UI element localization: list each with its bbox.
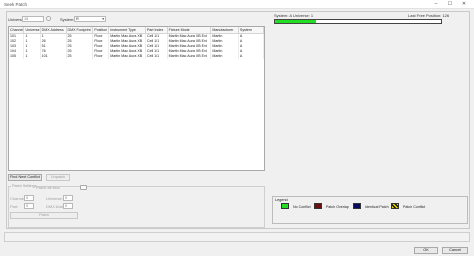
- window-title: Seek Patch: [4, 2, 28, 7]
- universe-filter-input[interactable]: 15: [22, 16, 44, 22]
- system-filter-select[interactable]: R ▾: [74, 16, 106, 22]
- universe-spin-icon[interactable]: [46, 16, 51, 21]
- maximize-button[interactable]: ☐: [446, 1, 454, 7]
- patch-universe-input[interactable]: 0: [63, 195, 73, 201]
- patch-overlap-swatch: [314, 203, 322, 209]
- cell-fixture-mode: Martin Mac Aura XB Ext: [167, 43, 212, 49]
- identical-patch-swatch: [353, 203, 361, 209]
- table-row[interactable]: 105 1 101 25 Floor Martin Mac Aura XB Ce…: [9, 53, 264, 59]
- cell-instrument-type: Martin Mac Aura XB: [108, 53, 146, 59]
- cell-fixture-mode: Martin Mac Aura XB Ext: [167, 33, 212, 39]
- last-free-position: Last Free Position: 126: [408, 13, 450, 18]
- cell-instrument-type: Martin Mac Aura XB: [108, 43, 146, 49]
- cell-part-index: Cell 1/1: [145, 53, 168, 59]
- cell-system: A: [238, 53, 264, 59]
- cell-universe: 1: [23, 53, 41, 59]
- patch-table[interactable]: Channel Universe DMX Address DMX Footpri…: [8, 26, 265, 171]
- cell-position: Floor: [92, 53, 110, 59]
- dmx-address-input[interactable]: 0: [63, 203, 73, 209]
- cell-manufacturer: Martin: [210, 53, 239, 59]
- no-conflict-label: No Conflict: [293, 205, 311, 209]
- status-strip: [4, 232, 470, 242]
- legend-title: Legend: [275, 198, 288, 202]
- part-input[interactable]: 0: [24, 203, 34, 209]
- chevron-down-icon: ▾: [102, 17, 104, 21]
- cell-fixture-mode: Martin Mac Aura XB Ext: [167, 48, 212, 54]
- part-label: Part:: [10, 204, 19, 209]
- patch-button[interactable]: Patch: [10, 212, 78, 219]
- channel-input[interactable]: 0: [24, 195, 34, 201]
- cell-instrument-type: Martin Mac Aura XB: [108, 33, 146, 39]
- universe-usage-fill: [275, 20, 316, 23]
- identical-patch-label: Identical Patch: [365, 205, 389, 209]
- cell-fixture-mode: Martin Mac Aura XB Ext: [167, 53, 212, 59]
- unpatch-button[interactable]: Unpatch: [46, 174, 70, 181]
- title-bar: Seek Patch – ☐ ✕: [0, 0, 474, 9]
- cell-channel: 105: [9, 53, 25, 59]
- patch-settings-title: Patch Settings: [11, 184, 38, 188]
- cell-instrument-type: Martin Mac Aura XB: [108, 48, 146, 54]
- universe-view-header: System: A Universe: 1: [274, 13, 314, 18]
- cell-fixture-mode: Martin Mac Aura XB Ext: [167, 38, 212, 44]
- legend-box: Legend No Conflict Patch Overlap Identic…: [272, 196, 468, 224]
- patch-all-dropdown[interactable]: [80, 185, 87, 190]
- ok-button[interactable]: OK: [414, 247, 438, 254]
- patch-universe-label: Universe:: [46, 196, 63, 201]
- system-filter-label: System:: [60, 17, 75, 22]
- cell-dmx-footprint: 25: [66, 53, 94, 59]
- patch-all-label: Patch all fixtu: [36, 185, 60, 190]
- system-filter-value: R: [76, 17, 79, 21]
- cell-dmx-address: 101: [40, 53, 67, 59]
- minimize-button[interactable]: –: [432, 1, 440, 7]
- no-conflict-swatch: [281, 203, 289, 209]
- patch-overlap-label: Patch Overlap: [326, 205, 349, 209]
- patch-conflict-label: Patch Conflict: [403, 205, 426, 209]
- close-button[interactable]: ✕: [460, 1, 468, 7]
- cell-instrument-type: Martin Mac Aura XB: [108, 38, 146, 44]
- patch-conflict-swatch: [391, 203, 399, 209]
- cancel-button[interactable]: Cancel: [442, 247, 468, 254]
- universe-usage-bar: [274, 19, 442, 24]
- find-next-conflict-button[interactable]: Find Next Conflict: [8, 174, 42, 181]
